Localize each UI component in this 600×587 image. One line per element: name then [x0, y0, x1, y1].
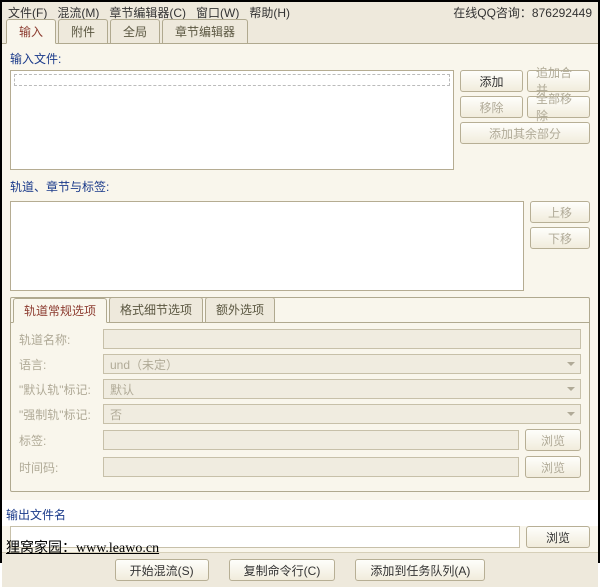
- menu-chapter-editor[interactable]: 章节编辑器(C): [109, 4, 186, 21]
- output-filename-label: 输出文件名: [6, 506, 598, 523]
- tab-format-details[interactable]: 格式细节选项: [109, 297, 203, 322]
- start-mux-button[interactable]: 开始混流(S): [115, 559, 209, 581]
- add-rest-button[interactable]: 添加其余部分: [460, 122, 590, 144]
- timecode-browse-button[interactable]: 浏览: [525, 456, 581, 478]
- append-button[interactable]: 追加合并: [527, 70, 590, 92]
- move-up-button[interactable]: 上移: [530, 201, 590, 223]
- tag-label: 标签:: [19, 432, 97, 449]
- copy-cli-button[interactable]: 复制命令行(C): [229, 559, 336, 581]
- tab-chapter-editor[interactable]: 章节编辑器: [162, 19, 248, 43]
- tag-browse-button[interactable]: 浏览: [525, 429, 581, 451]
- tracks-list[interactable]: [10, 201, 524, 291]
- input-files-label: 输入文件:: [10, 50, 590, 67]
- menu-help[interactable]: 帮助(H): [249, 4, 290, 21]
- top-tabs: 输入 附件 全局 章节编辑器: [2, 22, 598, 44]
- track-name-label: 轨道名称:: [19, 331, 97, 348]
- track-options-tabs: 轨道常规选项 格式细节选项 额外选项 轨道名称: 语言: und（未定） "默认…: [10, 297, 590, 492]
- tab-global[interactable]: 全局: [110, 19, 160, 43]
- menu-window[interactable]: 窗口(W): [196, 4, 239, 21]
- tab-track-general[interactable]: 轨道常规选项: [13, 298, 107, 323]
- tracks-label: 轨道、章节与标签:: [10, 178, 590, 195]
- menu-file[interactable]: 文件(F): [8, 4, 47, 21]
- tab-attachment[interactable]: 附件: [58, 19, 108, 43]
- track-name-input[interactable]: [103, 329, 581, 349]
- add-button[interactable]: 添加: [460, 70, 523, 92]
- default-flag-label: "默认轨"标记:: [19, 381, 97, 398]
- language-select[interactable]: und（未定）: [103, 354, 581, 374]
- remove-all-button[interactable]: 全部移除: [527, 96, 590, 118]
- input-panel: 输入文件: 添加 追加合并 移除 全部移除 添加其余部分 轨道、章节与标签: 上…: [2, 44, 598, 500]
- timecode-label: 时间码:: [19, 459, 97, 476]
- input-files-list[interactable]: [10, 70, 454, 170]
- move-down-button[interactable]: 下移: [530, 227, 590, 249]
- qq-consult: 在线QQ咨询：876292449: [453, 4, 592, 21]
- output-browse-button[interactable]: 浏览: [526, 526, 590, 548]
- add-to-queue-button[interactable]: 添加到任务队列(A): [355, 559, 485, 581]
- tag-input[interactable]: [103, 430, 519, 450]
- tab-input[interactable]: 输入: [6, 19, 56, 44]
- forced-flag-label: "强制轨"标记:: [19, 406, 97, 423]
- timecode-input[interactable]: [103, 457, 519, 477]
- default-flag-select[interactable]: 默认: [103, 379, 581, 399]
- input-files-selection: [14, 74, 450, 86]
- footer-link[interactable]: 狸窝家园：www.leawo.cn: [6, 537, 159, 557]
- forced-flag-select[interactable]: 否: [103, 404, 581, 424]
- menu-mux[interactable]: 混流(M): [57, 4, 99, 21]
- bottom-bar: 开始混流(S) 复制命令行(C) 添加到任务队列(A): [2, 552, 598, 587]
- language-label: 语言:: [19, 356, 97, 373]
- tab-extra-options[interactable]: 额外选项: [205, 297, 275, 322]
- remove-button[interactable]: 移除: [460, 96, 523, 118]
